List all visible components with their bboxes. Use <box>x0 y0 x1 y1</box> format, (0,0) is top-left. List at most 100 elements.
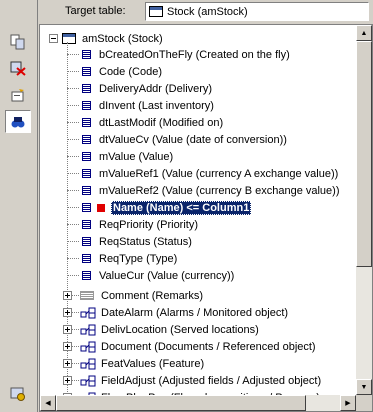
field-label: bCreatedOnTheFly (Created on the fly) <box>99 48 290 61</box>
field-label: mValue (Value) <box>99 150 174 163</box>
tree-root-label: amStock (Stock) <box>82 32 163 45</box>
tree-branch <box>67 241 79 242</box>
field-icon <box>82 118 91 127</box>
tree-branch <box>67 139 79 140</box>
scroll-up-button[interactable]: ▲ <box>356 25 372 41</box>
tree-branch <box>67 258 79 259</box>
scroll-left-button[interactable]: ◀ <box>40 395 56 411</box>
tree-field[interactable]: ReqPriority (Priority) <box>82 216 200 233</box>
tree-field[interactable]: dInvent (Last inventory) <box>82 97 216 114</box>
field-icon <box>82 186 91 195</box>
collapse-toggle[interactable] <box>49 34 58 43</box>
table-icon <box>149 6 163 17</box>
tree-field[interactable]: DeliveryAddr (Delivery) <box>82 80 214 97</box>
target-table-label: Target table: <box>65 5 126 17</box>
expand-toggle[interactable] <box>63 342 72 351</box>
link-label: DateAlarm (Alarms / Monitored object) <box>101 306 289 319</box>
tree-branch <box>67 105 79 106</box>
tree-field[interactable]: mValueRef2 (Value (currency B exchange v… <box>82 182 342 199</box>
field-tree[interactable]: amStock (Stock) bCreatedOnTheFly (Create… <box>39 24 373 412</box>
mapping-icon[interactable] <box>5 110 31 133</box>
horizontal-scrollbar[interactable]: ◀ ▶ <box>40 395 356 411</box>
field-label: dInvent (Last inventory) <box>99 99 214 112</box>
field-label: ReqStatus (Status) <box>99 235 192 248</box>
new-field-icon[interactable] <box>5 84 31 107</box>
tree-link[interactable]: FeatValues (Feature) <box>80 355 206 372</box>
tree-branch <box>67 88 79 89</box>
tree-branch <box>72 295 79 296</box>
field-label: Name (Name) <= Column1 <box>111 200 252 215</box>
field-icon <box>82 50 91 59</box>
tree-link[interactable]: FieldAdjust (Adjusted fields / Adjusted … <box>80 372 323 389</box>
tree-field-selected[interactable]: Name (Name) <= Column1 <box>82 199 252 216</box>
tree-field[interactable]: mValue (Value) <box>82 148 175 165</box>
field-icon <box>82 254 91 263</box>
link-icon <box>80 375 96 387</box>
copy-fields-icon[interactable] <box>5 30 31 53</box>
tree-field[interactable]: ReqStatus (Status) <box>82 233 194 250</box>
settings-icon[interactable] <box>5 382 31 405</box>
tree-branch <box>72 329 79 330</box>
tree-field[interactable]: ValueCur (Value (currency)) <box>82 267 236 284</box>
expand-toggle[interactable] <box>63 325 72 334</box>
field-label: dtValueCv (Value (date of conversion)) <box>99 133 287 146</box>
field-label: DeliveryAddr (Delivery) <box>99 82 213 95</box>
tree-field[interactable]: ReqType (Type) <box>82 250 179 267</box>
scroll-corner <box>356 395 372 411</box>
memo-label: Comment (Remarks) <box>101 289 204 302</box>
tree-branch <box>67 54 79 55</box>
tree-field[interactable]: mValueRef1 (Value (currency A exchange v… <box>82 165 340 182</box>
tree-field[interactable]: Code (Code) <box>82 63 164 80</box>
scroll-down-button[interactable]: ▼ <box>356 379 372 395</box>
mapped-marker-icon <box>97 203 105 212</box>
tree-connector <box>67 42 68 411</box>
table-icon <box>62 33 76 44</box>
vertical-scrollbar[interactable]: ▲ ▼ <box>356 25 372 395</box>
scroll-thumb-horizontal[interactable] <box>56 395 306 411</box>
scroll-thumb[interactable] <box>356 41 372 267</box>
link-icon <box>80 358 96 370</box>
tool-panel <box>0 0 38 412</box>
link-icon <box>80 307 96 319</box>
link-label: FeatValues (Feature) <box>101 357 205 370</box>
scroll-right-button[interactable]: ▶ <box>340 395 356 411</box>
tree-link[interactable]: DelivLocation (Served locations) <box>80 321 261 338</box>
tree-branch <box>67 173 79 174</box>
expand-toggle[interactable] <box>63 376 72 385</box>
field-icon <box>82 271 91 280</box>
expand-toggle[interactable] <box>63 359 72 368</box>
tree-root[interactable]: amStock (Stock) <box>62 30 165 47</box>
expand-toggle[interactable] <box>63 291 72 300</box>
tree-field[interactable]: dtValueCv (Value (date of conversion)) <box>82 131 289 148</box>
link-label: FieldAdjust (Adjusted fields / Adjusted … <box>101 374 322 387</box>
tree-branch <box>72 363 79 364</box>
field-icon <box>82 101 91 110</box>
field-label: dtLastModif (Modified on) <box>99 116 224 129</box>
field-label: mValueRef2 (Value (currency B exchange v… <box>99 184 340 197</box>
tree-branch <box>72 312 79 313</box>
tree-memo[interactable]: Comment (Remarks) <box>80 287 205 304</box>
field-icon <box>82 84 91 93</box>
tree-branch <box>67 156 79 157</box>
delete-mapping-icon[interactable] <box>5 56 31 79</box>
target-table-field[interactable]: Stock (amStock) <box>145 2 369 21</box>
tree-branch <box>67 122 79 123</box>
expand-toggle[interactable] <box>63 308 72 317</box>
tree-field[interactable]: dtLastModif (Modified on) <box>82 114 225 131</box>
field-icon <box>82 169 91 178</box>
tree-link[interactable]: DateAlarm (Alarms / Monitored object) <box>80 304 290 321</box>
field-label: Code (Code) <box>99 65 162 78</box>
tree-branch <box>67 207 79 208</box>
memo-icon <box>80 291 94 300</box>
field-icon <box>82 135 91 144</box>
field-icon <box>82 203 91 212</box>
field-label: mValueRef1 (Value (currency A exchange v… <box>99 167 339 180</box>
field-label: ReqType (Type) <box>99 252 178 265</box>
field-icon <box>82 220 91 229</box>
link-icon <box>80 324 96 336</box>
tree-link[interactable]: Document (Documents / Referenced object) <box>80 338 318 355</box>
link-label: Document (Documents / Referenced object) <box>101 340 316 353</box>
tree-branch <box>67 71 79 72</box>
tree-field[interactable]: bCreatedOnTheFly (Created on the fly) <box>82 46 292 63</box>
tree-branch <box>67 224 79 225</box>
